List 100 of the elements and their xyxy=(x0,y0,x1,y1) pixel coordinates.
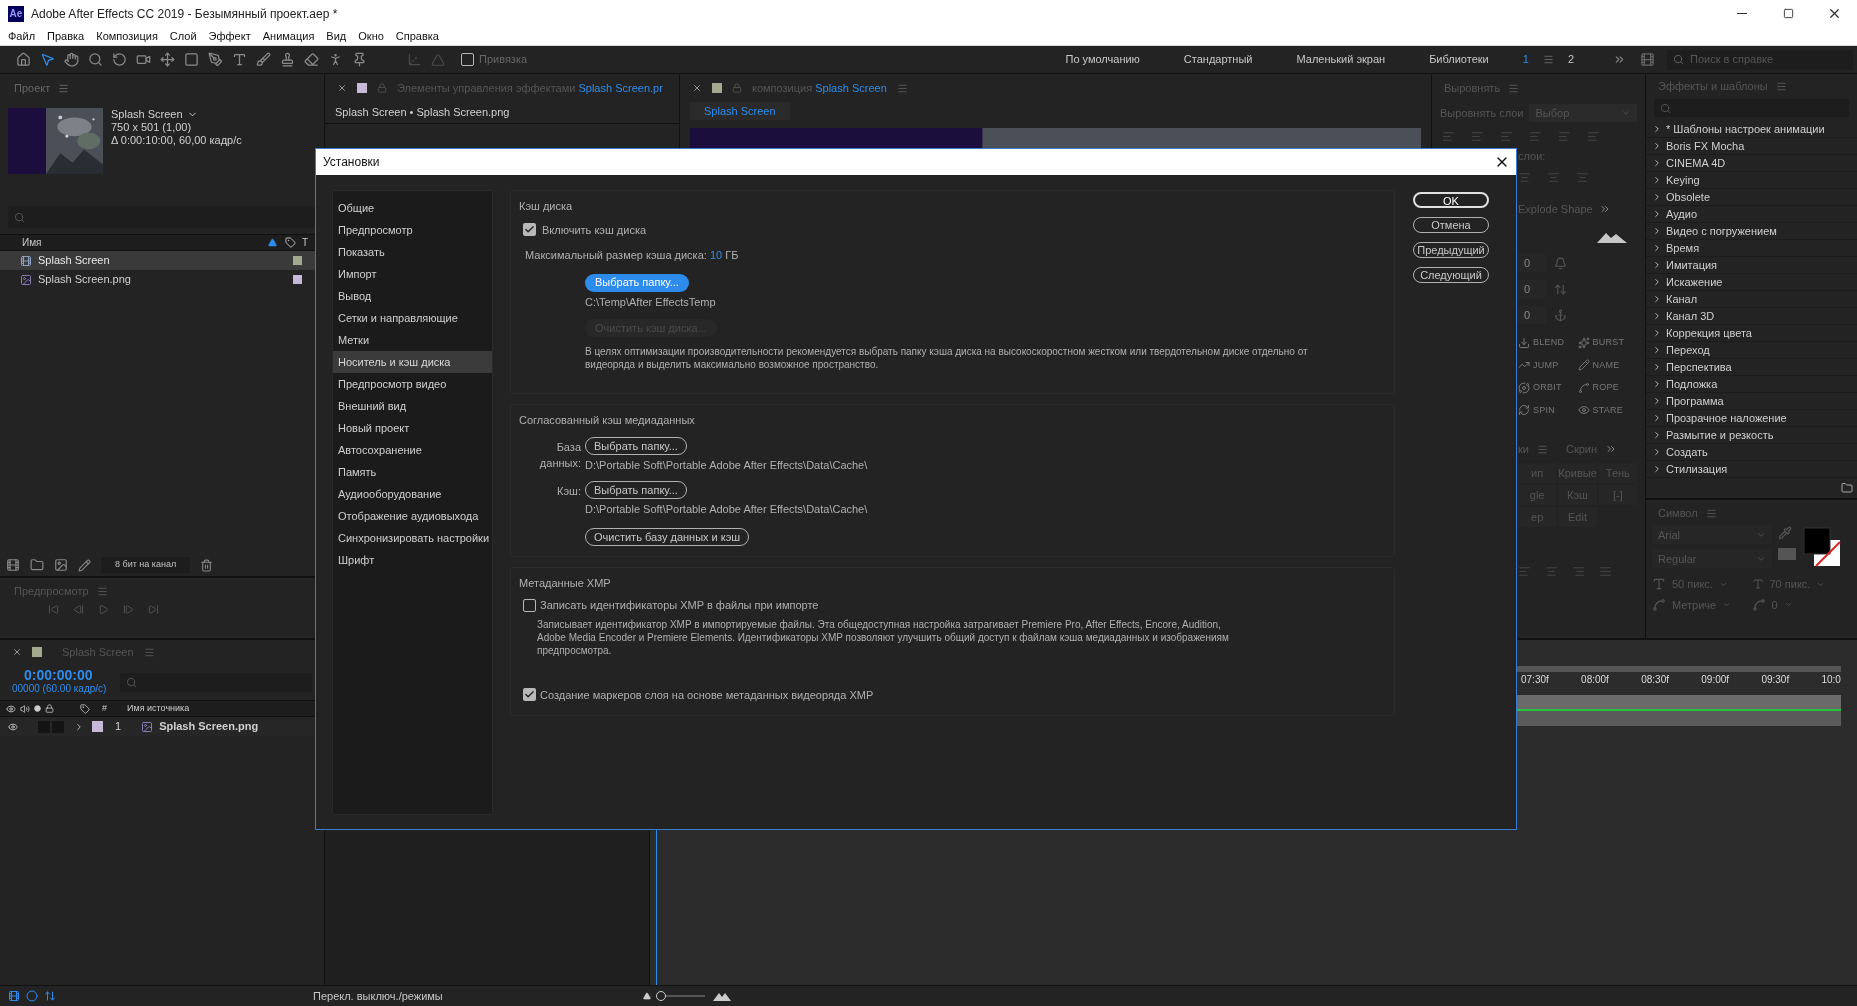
menu-item[interactable]: Справка xyxy=(389,27,445,45)
effect-category[interactable]: Keying xyxy=(1646,172,1857,189)
zoom-out-icon[interactable] xyxy=(642,992,651,1000)
more-icon[interactable] xyxy=(1613,53,1626,66)
toggle-modes-button[interactable]: Перекл. выключ./режимы xyxy=(313,987,443,1005)
workspace-tab[interactable]: Стандартный xyxy=(1183,51,1253,68)
column-header[interactable]: Имя источника xyxy=(127,701,190,716)
zoom-slider-thumb[interactable] xyxy=(656,991,667,1001)
action-button[interactable]: BLEND xyxy=(1533,336,1565,350)
eye-icon[interactable] xyxy=(6,703,16,714)
expand-icon[interactable] xyxy=(74,721,84,732)
workspace-tab[interactable]: Библиотеки xyxy=(1429,51,1489,68)
zoom-icon[interactable] xyxy=(88,52,103,67)
first-frame-icon[interactable] xyxy=(48,604,59,615)
menu-item[interactable]: Слой xyxy=(163,27,203,45)
stamp-icon[interactable] xyxy=(280,52,295,67)
play-icon[interactable] xyxy=(98,604,109,615)
category-item[interactable]: Автосохранение xyxy=(333,439,492,461)
category-item[interactable]: Аудиооборудование xyxy=(333,483,492,505)
checkbox[interactable] xyxy=(523,688,536,702)
category-item[interactable]: Общие xyxy=(333,197,492,219)
workspace-tab[interactable]: По умолчанию xyxy=(1065,51,1140,68)
menu-item[interactable]: Композиция xyxy=(90,27,164,45)
action-button[interactable]: JUMP xyxy=(1533,358,1559,372)
eraser-icon[interactable] xyxy=(304,52,319,67)
hand-icon[interactable] xyxy=(64,52,79,67)
orbit-icon[interactable] xyxy=(1518,381,1530,394)
action-button[interactable]: STARE xyxy=(1592,403,1623,417)
label-icon[interactable] xyxy=(80,703,90,714)
effect-category[interactable]: Размытие и резкость xyxy=(1646,427,1857,444)
folder-icon[interactable] xyxy=(30,558,44,572)
last-frame-icon[interactable] xyxy=(148,604,159,615)
effect-category[interactable]: Перспектива xyxy=(1646,359,1857,376)
column-header[interactable]: T xyxy=(301,235,308,250)
pointer-icon[interactable] xyxy=(40,52,55,67)
effect-category[interactable]: Стилизация xyxy=(1646,461,1857,478)
menu-icon[interactable] xyxy=(143,646,155,658)
effect-category[interactable]: Время xyxy=(1646,240,1857,257)
speaker-icon[interactable] xyxy=(20,703,30,714)
lock-icon[interactable] xyxy=(45,704,54,713)
bit-depth-button[interactable]: 8 бит на канал xyxy=(101,557,191,573)
eye-icon[interactable] xyxy=(8,721,18,732)
checkbox[interactable] xyxy=(461,53,474,66)
more-icon[interactable] xyxy=(1598,203,1611,215)
effect-category[interactable]: Канал xyxy=(1646,291,1857,308)
project-row[interactable]: Splash Screen.png xyxy=(0,270,324,289)
eyedropper-icon[interactable] xyxy=(1778,526,1792,540)
new-folder-icon[interactable] xyxy=(1841,482,1853,494)
search-field[interactable] xyxy=(8,206,316,228)
menu-icon[interactable] xyxy=(1775,81,1787,93)
effect-category[interactable]: CINEMA 4D xyxy=(1646,155,1857,172)
checkbox[interactable] xyxy=(523,598,536,612)
menu-item[interactable]: Вид xyxy=(320,27,353,45)
brush-icon[interactable] xyxy=(256,52,271,67)
menu-icon[interactable] xyxy=(896,82,908,94)
sparkle-icon[interactable] xyxy=(1577,336,1590,349)
effect-category[interactable]: Имитация xyxy=(1646,257,1857,274)
category-item[interactable]: Синхронизировать настройки xyxy=(333,527,492,549)
menu-icon[interactable] xyxy=(1508,82,1520,94)
action-button[interactable]: ROPE xyxy=(1592,381,1619,395)
category-item[interactable]: Носитель и кэш диска xyxy=(333,351,492,373)
effect-category[interactable]: Obsolete xyxy=(1646,189,1857,206)
timecode[interactable]: 0:00:00:00 xyxy=(24,669,107,682)
effect-category[interactable]: Аудио xyxy=(1646,206,1857,223)
bell-icon[interactable] xyxy=(1554,256,1567,270)
text-icon[interactable] xyxy=(232,52,247,67)
composition-tab[interactable]: Splash Screen xyxy=(690,102,790,120)
effect-category[interactable]: Создать xyxy=(1646,444,1857,461)
effect-category[interactable]: Канал 3D xyxy=(1646,308,1857,325)
label-icon[interactable] xyxy=(284,237,296,248)
axis-icon[interactable] xyxy=(407,52,422,67)
rotate-icon[interactable] xyxy=(112,52,127,67)
camera-icon[interactable] xyxy=(136,52,151,67)
category-item[interactable]: Новый проект xyxy=(333,417,492,439)
workspace-page[interactable]: 2 xyxy=(1563,51,1578,68)
column-header[interactable]: # xyxy=(102,701,107,716)
next-frame-icon[interactable] xyxy=(123,604,134,615)
search-field[interactable] xyxy=(120,672,312,692)
menu-item[interactable]: Правка xyxy=(41,27,91,45)
effect-category[interactable]: Прозрачное наложение xyxy=(1646,410,1857,427)
effect-category[interactable]: Видео с погружением xyxy=(1646,223,1857,240)
action-button[interactable]: BURST xyxy=(1592,336,1625,350)
home-icon[interactable] xyxy=(16,52,31,67)
zoom-in-icon[interactable] xyxy=(712,991,731,1001)
pin-icon[interactable] xyxy=(352,52,367,67)
effect-category[interactable]: Переход xyxy=(1646,342,1857,359)
menu-item[interactable]: Окно xyxy=(352,27,390,45)
move-icon[interactable] xyxy=(160,52,175,67)
category-item[interactable]: Память xyxy=(333,461,492,483)
effect-category[interactable]: Подложка xyxy=(1646,376,1857,393)
close-icon[interactable] xyxy=(692,83,702,93)
menu-icon[interactable] xyxy=(58,82,70,94)
column-header[interactable]: Имя xyxy=(22,235,42,250)
category-item[interactable]: Предпросмотр xyxy=(333,219,492,241)
category-item[interactable]: Показать xyxy=(333,241,492,263)
effect-category[interactable]: Коррекция цвета xyxy=(1646,325,1857,342)
refresh-icon[interactable] xyxy=(1518,404,1530,417)
effect-category[interactable]: Программа xyxy=(1646,393,1857,410)
trash-icon[interactable] xyxy=(200,558,214,572)
close-icon[interactable] xyxy=(12,647,22,657)
